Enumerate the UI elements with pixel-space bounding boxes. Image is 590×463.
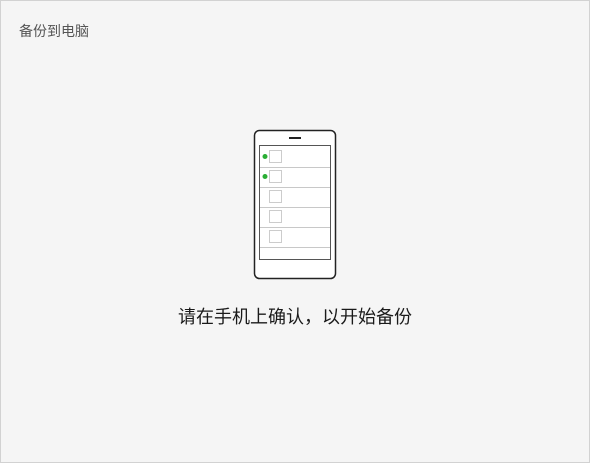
phone-row-selected-dot: [262, 154, 268, 159]
phone-row-selected-dot: [262, 174, 268, 179]
backup-dialog: 备份到电脑 请在手机上确认，以开始备份: [0, 0, 590, 463]
phone-row-checkbox: [269, 230, 282, 243]
phone-speaker: [289, 137, 301, 139]
phone-row-checkbox: [269, 150, 282, 163]
confirm-prompt: 请在手机上确认，以开始备份: [178, 307, 412, 328]
phone-row-checkbox: [269, 190, 282, 203]
phone-row-checkbox: [269, 170, 282, 183]
phone-confirm-icon: [253, 129, 337, 281]
phone-row-checkbox: [269, 210, 282, 223]
dialog-title: 备份到电脑: [19, 24, 89, 40]
